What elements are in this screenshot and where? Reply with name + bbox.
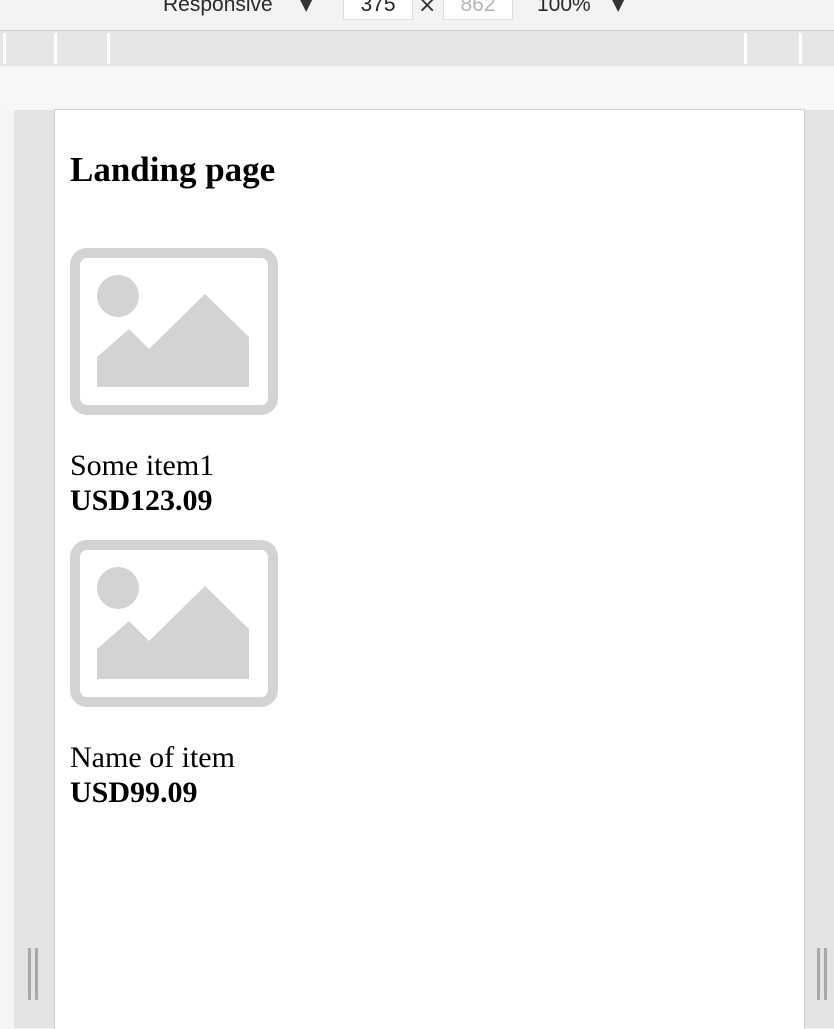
- device-select[interactable]: Responsive: [163, 0, 273, 20]
- device-gutter: [0, 66, 834, 110]
- image-placeholder-icon: [70, 540, 278, 707]
- media-query-divider: [54, 33, 57, 64]
- media-query-bar[interactable]: [0, 31, 834, 66]
- product-name: Name of item: [70, 741, 235, 774]
- page-title: Landing page: [70, 150, 276, 189]
- device-toolbar: Responsive ▼ 375 × 862 100% ▼: [0, 0, 834, 31]
- zoom-dropdown-arrow-icon[interactable]: ▼: [612, 0, 624, 20]
- media-query-divider: [3, 33, 6, 64]
- media-query-divider: [107, 33, 110, 64]
- product-price: USD99.09: [70, 776, 198, 809]
- zoom-select[interactable]: 100%: [537, 0, 591, 20]
- media-query-divider: [744, 33, 747, 64]
- media-query-divider: [799, 33, 802, 64]
- resize-handle-right-icon[interactable]: [816, 948, 828, 1000]
- viewport-side-strip-left: [14, 110, 54, 1028]
- viewport-width-input[interactable]: 375: [343, 0, 413, 20]
- product-price: USD123.09: [70, 484, 213, 517]
- resize-handle-left-icon[interactable]: [27, 948, 39, 1000]
- image-placeholder-icon: [70, 248, 278, 415]
- viewport-side-strip-right: [805, 110, 834, 1028]
- product-name: Some item1: [70, 449, 215, 482]
- viewport-height-input[interactable]: 862: [443, 0, 513, 20]
- emulated-viewport: Landing page Some item1 USD123.09 Name o…: [54, 109, 805, 1029]
- device-dropdown-arrow-icon[interactable]: ▼: [300, 0, 312, 20]
- dimension-separator: ×: [418, 0, 437, 18]
